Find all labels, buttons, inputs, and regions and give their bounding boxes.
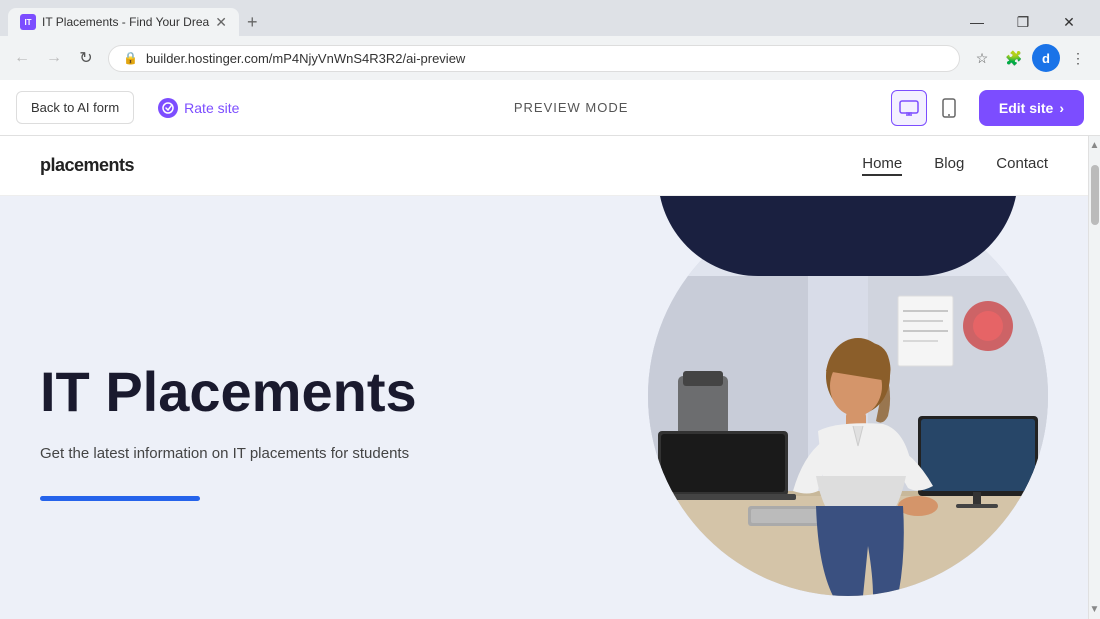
rate-site-label: Rate site [184,100,239,116]
menu-button[interactable]: ⋮ [1064,44,1092,72]
site-navigation: placements Home Blog Contact [0,136,1088,196]
edit-site-button[interactable]: Edit site › [979,90,1084,126]
active-tab[interactable]: IT IT Placements - Find Your Drea ✕ [8,8,239,36]
new-tab-button[interactable]: + [239,12,266,33]
site-logo: placements [40,155,134,176]
address-bar[interactable]: 🔒 builder.hostinger.com/mP4NjyVnWnS4R3R2… [108,45,960,72]
tab-favicon: IT [20,14,36,30]
back-to-ai-form-button[interactable]: Back to AI form [16,91,134,124]
browser-controls: ← → ↻ 🔒 builder.hostinger.com/mP4NjyVnWn… [0,36,1100,80]
preview-mode-label: PREVIEW MODE [263,100,878,115]
rate-site-button[interactable]: Rate site [146,90,251,126]
minimize-button[interactable]: — [954,6,1000,38]
bookmark-button[interactable]: ☆ [968,44,996,72]
refresh-button[interactable]: ↻ [72,44,100,72]
browser-window: IT IT Placements - Find Your Drea ✕ + — … [0,0,1100,80]
preview-area: placements Home Blog Contact IT Placemen… [0,136,1100,619]
url-text: builder.hostinger.com/mP4NjyVnWnS4R3R2/a… [146,51,945,66]
hero-subtitle: Get the latest information on IT placeme… [40,442,417,466]
device-toggle [891,90,967,126]
rate-icon [158,98,178,118]
nav-buttons: ← → ↻ [8,44,100,72]
profile-button[interactable]: d [1032,44,1060,72]
hero-text: IT Placements Get the latest information… [40,361,417,502]
back-button[interactable]: ← [8,44,36,72]
hero-cta-bar [40,496,200,501]
hero-title: IT Placements [40,361,417,423]
nav-blog-link[interactable]: Blog [934,155,964,176]
close-button[interactable]: ✕ [1046,6,1092,38]
maximize-button[interactable]: ❐ [1000,6,1046,38]
builder-toolbar: Back to AI form Rate site PREVIEW MODE E… [0,80,1100,136]
forward-button[interactable]: → [40,44,68,72]
tab-title: IT Placements - Find Your Drea [42,15,209,29]
hero-image-container [628,196,1048,619]
tab-close-button[interactable]: ✕ [215,15,227,29]
lock-icon: 🔒 [123,51,138,65]
nav-contact-link[interactable]: Contact [996,155,1048,176]
site-nav-links: Home Blog Contact [862,155,1048,176]
edit-site-label: Edit site [999,100,1053,116]
desktop-view-button[interactable] [891,90,927,126]
extensions-button[interactable]: 🧩 [1000,44,1028,72]
tab-bar: IT IT Placements - Find Your Drea ✕ + — … [0,0,1100,36]
scrollbar[interactable]: ▲ ▼ [1088,136,1100,619]
nav-home-link[interactable]: Home [862,155,902,176]
hero-section: IT Placements Get the latest information… [0,196,1088,619]
browser-actions: ☆ 🧩 d ⋮ [968,44,1092,72]
dark-arc [658,196,1018,276]
edit-site-arrow: › [1059,100,1064,116]
preview-content: placements Home Blog Contact IT Placemen… [0,136,1088,619]
scrollbar-thumb[interactable] [1091,165,1099,225]
mobile-view-button[interactable] [931,90,967,126]
window-controls: — ❐ ✕ [954,6,1092,38]
